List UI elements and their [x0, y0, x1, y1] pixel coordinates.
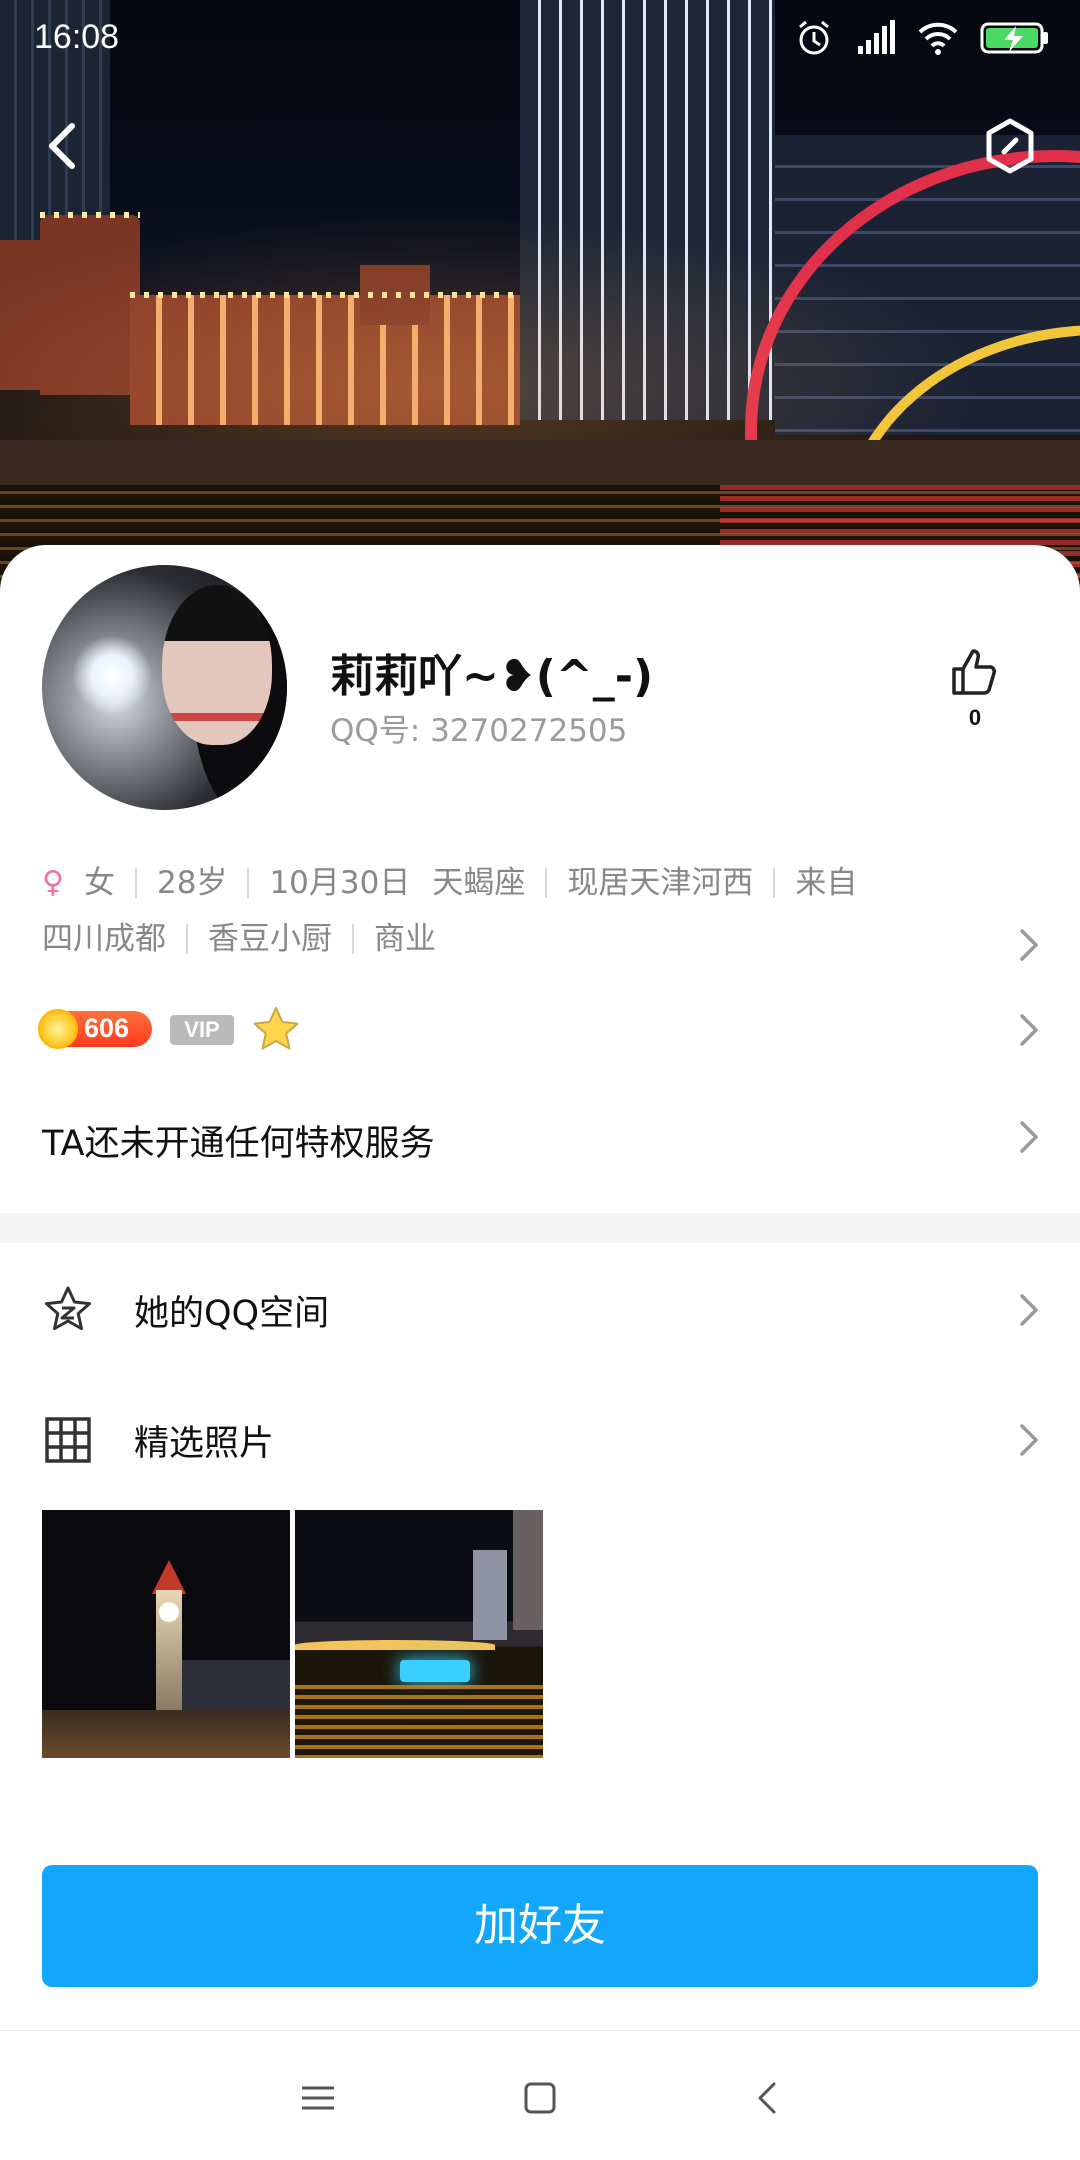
status-bar: 16:08 — [0, 0, 1080, 76]
cover-glow — [0, 180, 1080, 440]
home-square-icon[interactable] — [518, 2076, 562, 2120]
qzone-row[interactable]: 她的QQ空间 — [42, 1270, 1042, 1350]
birthday: 10月30日 — [269, 865, 411, 901]
qq-number: QQ号: 3270272505 — [330, 713, 628, 749]
nickname: 莉莉吖~❥(^_-) — [330, 651, 654, 702]
gender: 女 — [83, 865, 115, 901]
photos-row[interactable]: 精选照片 — [42, 1400, 1042, 1480]
avatar[interactable] — [42, 565, 287, 810]
add-friend-button[interactable]: 加好友 — [42, 1865, 1038, 1987]
age: 28岁 — [156, 865, 228, 901]
separator — [134, 868, 137, 898]
badges-row[interactable]: 606 VIP — [38, 1005, 1042, 1055]
hometown: 四川成都 — [42, 921, 166, 957]
separator — [773, 868, 776, 898]
from-prefix: 来自 — [795, 865, 858, 901]
wifi-icon — [918, 22, 958, 55]
back-arrow-icon[interactable] — [38, 116, 88, 176]
level-value: 606 — [84, 1013, 130, 1043]
cover-photo — [0, 0, 1080, 600]
back-triangle-icon[interactable] — [746, 2076, 790, 2120]
privilege-row[interactable]: TA还未开通任何特权服务 — [42, 1115, 1042, 1166]
grid-icon — [45, 1417, 91, 1463]
status-time: 16:08 — [34, 18, 120, 56]
chevron-right-icon — [1020, 1014, 1038, 1046]
separator — [247, 868, 250, 898]
chevron-right-icon — [1020, 1121, 1038, 1153]
profile-info[interactable]: ♀ 女 28岁 10月30日 天蝎座 现居天津河西 来自 四川成都 香豆小厨 商… — [42, 855, 1042, 967]
hexagon-settings-icon[interactable] — [980, 116, 1040, 176]
photos-label: 精选照片 — [134, 1423, 275, 1464]
qzone-star-icon — [45, 1286, 91, 1331]
section-divider — [0, 1213, 1080, 1243]
chevron-right-icon — [1020, 1424, 1038, 1456]
system-nav-bar — [0, 2030, 1080, 2160]
industry: 商业 — [374, 921, 436, 957]
alarm-icon — [799, 20, 829, 55]
like-count: 0 — [968, 705, 982, 730]
separator — [545, 868, 548, 898]
like-button[interactable]: 0 — [945, 645, 1005, 735]
cover-riverbank — [0, 440, 1080, 485]
menu-icon[interactable] — [296, 2076, 340, 2120]
residence: 现居天津河西 — [567, 865, 754, 901]
star-icon — [253, 1007, 299, 1050]
level-badge: 606 — [38, 1009, 152, 1049]
sun-icon — [38, 1009, 78, 1049]
female-icon: ♀ — [42, 865, 64, 900]
company: 香豆小厨 — [208, 921, 332, 957]
profile-card: 莉莉吖~❥(^_-) QQ号: 3270272505 0 ♀ 女 28岁 10月… — [0, 545, 1080, 2160]
vip-badge: VIP — [170, 1015, 234, 1045]
signal-icon — [858, 20, 895, 54]
battery-charging-icon — [980, 22, 1048, 54]
qzone-label: 她的QQ空间 — [134, 1293, 330, 1334]
privilege-text: TA还未开通任何特权服务 — [42, 1124, 435, 1164]
chevron-right-icon — [1020, 929, 1038, 961]
photo-thumbnails — [42, 1510, 543, 1758]
thumbs-up-icon — [952, 649, 996, 695]
separator — [186, 924, 188, 954]
separator — [352, 924, 354, 954]
river-night-photo[interactable] — [295, 1510, 543, 1758]
chevron-right-icon — [1020, 1294, 1038, 1326]
clock-tower-photo[interactable] — [42, 1510, 290, 1758]
zodiac: 天蝎座 — [432, 865, 526, 901]
